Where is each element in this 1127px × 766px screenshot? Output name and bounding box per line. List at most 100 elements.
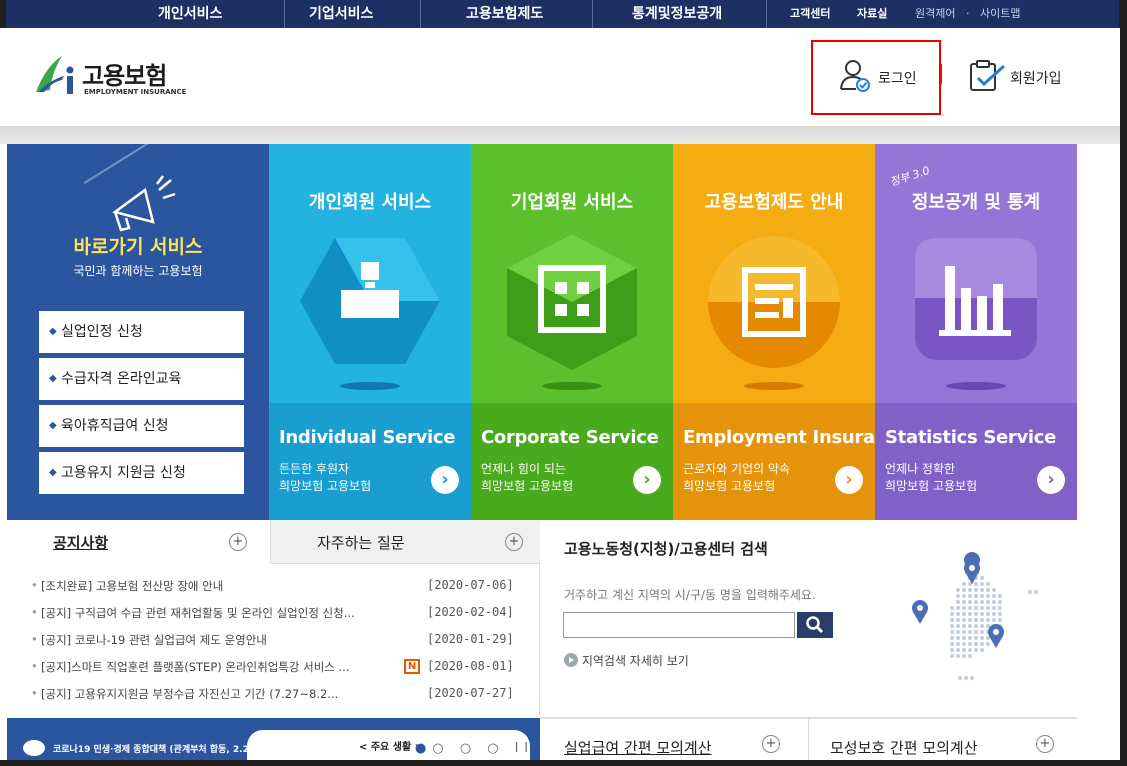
tile-english-title: Employment Insurance	[683, 427, 875, 448]
maternity-calc-link[interactable]: 모성보호 간편 모의계산	[830, 737, 978, 758]
nav-archive[interactable]: 자료실	[857, 0, 887, 28]
tab-faq-label: 자주하는 질문	[317, 534, 405, 552]
tile-desc-1: 언제나 정확한	[885, 462, 956, 476]
nav-corporate[interactable]: 기업서비스	[309, 0, 373, 28]
quick-subtitle: 국민과 함께하는 고용보험	[73, 264, 203, 278]
nav-dot: ·	[966, 7, 970, 20]
bullet: •	[31, 659, 38, 673]
faq-more-plus-icon[interactable]: +	[505, 533, 523, 551]
chevron-right-icon[interactable]: ›	[633, 466, 661, 494]
tile-footer: Statistics Service 언제나 정확한 희망보험 고용보험 ›	[875, 403, 1077, 520]
region-search-detail-link[interactable]: 지역검색 자세히 보기	[564, 652, 689, 669]
logo-english: EMPLOYMENT INSURANCE	[84, 88, 187, 96]
notice-item[interactable]: • [공지] 구직급여 수급 관련 재취업활동 및 온라인 실업인정 신청...…	[31, 605, 521, 625]
calc-divider	[808, 719, 809, 766]
tile-insurance-guide[interactable]: 고용보험제도 안내 Employment Insurance 근로자와 기업의 …	[673, 144, 875, 520]
quick-unemployment-certify[interactable]: ◆ 실업인정 신청	[39, 311, 244, 353]
bar-chart-square-icon	[915, 238, 1037, 390]
bullet-diamond-icon: ◆	[49, 373, 57, 384]
banner-badge-icon	[23, 740, 45, 756]
site-logo[interactable]: 고용보험 EMPLOYMENT INSURANCE	[32, 50, 192, 106]
tile-statistics-service[interactable]: 정부 3.0 정보공개 및 통계 Statistics Service 언제나 …	[875, 144, 1077, 520]
quick-button-label: 육아휴직급여 신청	[61, 418, 169, 434]
tile-individual-service[interactable]: 개인회원 서비스 Individual Service 든든한 후원자 희망보험…	[269, 144, 471, 520]
search-icon	[806, 616, 824, 634]
notice-more-plus-icon[interactable]: +	[229, 533, 247, 551]
tile-footer: Corporate Service 언제나 힘이 되는 희망보험 고용보험 ›	[471, 403, 673, 520]
nav-insurance-system[interactable]: 고용보험제도	[466, 0, 543, 28]
login-highlight-box	[811, 40, 941, 115]
quick-employment-retention[interactable]: ◆ 고용유지 지원금 신청	[39, 452, 244, 494]
nav-separator	[592, 0, 593, 28]
quick-online-education[interactable]: ◆ 수급자격 온라인교육	[39, 358, 244, 400]
maternity-calc-plus-icon[interactable]: +	[1036, 735, 1054, 753]
tile-desc-2: 희망보험 고용보험	[279, 479, 372, 493]
tile-desc-1: 든든한 후원자	[279, 462, 350, 476]
region-search-input[interactable]	[563, 612, 795, 638]
tile-title: 기업회원 서비스	[510, 192, 634, 213]
banner-pill-text: < 주요 생활 >	[359, 742, 424, 753]
window-bottom-edge	[0, 760, 1127, 766]
notice-panel: 공지사항 + 자주하는 질문 + • [조치완료] 고용보험 전산망 장애 안내…	[7, 520, 540, 716]
logo-korean: 고용보험	[82, 62, 167, 90]
chevron-right-icon[interactable]: ›	[835, 466, 863, 494]
pagination-dots[interactable]: ○ ○ ○ ll	[432, 741, 534, 756]
korea-map-icon	[912, 552, 1038, 680]
nav-separator	[420, 0, 421, 28]
tile-footer: Individual Service 든든한 후원자 희망보험 고용보험 ›	[269, 403, 471, 520]
notice-item[interactable]: • [조치완료] 고용보험 전산망 장애 안내 [2020-07-06]	[31, 578, 521, 598]
chevron-right-icon[interactable]: ›	[431, 466, 459, 494]
tab-notice[interactable]: 공지사항 +	[7, 520, 270, 564]
bullet-diamond-icon: ◆	[49, 326, 57, 337]
notice-date: [2020-07-06]	[427, 578, 514, 592]
nav-customer-center[interactable]: 고객센터	[790, 0, 830, 28]
notice-date: [2020-07-27]	[427, 686, 514, 700]
person-hexagon-icon	[300, 238, 440, 390]
quick-title: 바로가기 서비스	[73, 236, 203, 258]
covid-banner[interactable]: 코로나19 민생·경제 종합대책 (관계부처 합동, 2.28.) < 주요 생…	[7, 718, 540, 766]
detail-link-label: 지역검색 자세히 보기	[581, 654, 689, 668]
tile-english-title: Corporate Service	[481, 427, 659, 448]
bullet: •	[31, 578, 38, 592]
tile-english-title: Individual Service	[279, 427, 456, 448]
join-link[interactable]: 회원가입	[1010, 68, 1062, 88]
banner-text: 코로나19 민생·경제 종합대책 (관계부처 합동, 2.28.)	[53, 745, 263, 755]
calculator-bar: 실업급여 간편 모의계산 + 모성보호 간편 모의계산 +	[540, 718, 1077, 766]
bullet: •	[31, 632, 38, 646]
unemployment-calc-plus-icon[interactable]: +	[762, 735, 780, 753]
notice-title: [공지] 고용유지지원금 부정수급 자진신고 기간 (7.27~8.2...	[41, 687, 339, 701]
join-clipboard-icon[interactable]	[968, 58, 1008, 96]
bullet: •	[31, 605, 38, 619]
banner-pagination[interactable]: ●○ ○ ○ ll	[415, 741, 534, 756]
notice-item[interactable]: • [공지] 코로나-19 관련 실업급여 제도 운영안내 [2020-01-2…	[31, 632, 521, 652]
notice-item[interactable]: • [공지]스마트 직업훈련 플랫폼(STEP) 온라인취업특강 서비스 ...…	[31, 659, 521, 679]
new-badge-icon: N	[404, 659, 420, 674]
nav-sitemap[interactable]: 사이트맵	[980, 0, 1020, 28]
nav-statistics[interactable]: 통계및정보공개	[632, 0, 722, 28]
notice-title: [조치완료] 고용보험 전산망 장애 안내	[41, 579, 224, 593]
login-link[interactable]: 로그인	[878, 68, 917, 88]
notice-item[interactable]: • [공지] 고용유지지원금 부정수급 자진신고 기간 (7.27~8.2...…	[31, 686, 521, 706]
quick-button-label: 고용유지 지원금 신청	[61, 465, 186, 481]
tile-corporate-service[interactable]: 기업회원 서비스 Corporate Service 언제나 힘이 되는 희망보…	[471, 144, 673, 520]
quick-service-panel: 바로가기 서비스 국민과 함께하는 고용보험 ◆ 실업인정 신청 ◆ 수급자격 …	[7, 144, 269, 520]
tile-english-title: Statistics Service	[885, 427, 1057, 448]
chevron-right-icon[interactable]: ›	[1037, 466, 1065, 494]
tab-faq[interactable]: 자주하는 질문 +	[270, 520, 540, 564]
play-circle-icon	[564, 653, 578, 667]
tile-desc-2: 희망보험 고용보험	[683, 479, 776, 493]
tile-footer: Employment Insurance 근로자와 기업의 약속 희망보험 고용…	[673, 403, 875, 520]
quick-parental-leave[interactable]: ◆ 육아휴직급여 신청	[39, 405, 244, 447]
tile-title: 고용보험제도 안내	[704, 192, 844, 213]
tile-desc-2: 희망보험 고용보험	[885, 479, 978, 493]
bullet-diamond-icon: ◆	[49, 420, 57, 431]
document-circle-icon	[708, 236, 840, 390]
unemployment-calc-link[interactable]: 실업급여 간편 모의계산	[564, 737, 712, 758]
nav-remote-control[interactable]: 원격제어	[915, 0, 955, 28]
active-dot-icon[interactable]: ●	[415, 741, 432, 756]
login-user-icon[interactable]	[836, 55, 876, 95]
search-button[interactable]	[797, 612, 833, 638]
tile-title: 개인회원 서비스	[308, 192, 432, 213]
nav-personal[interactable]: 개인서비스	[158, 0, 222, 28]
bullet-diamond-icon: ◆	[49, 467, 57, 478]
